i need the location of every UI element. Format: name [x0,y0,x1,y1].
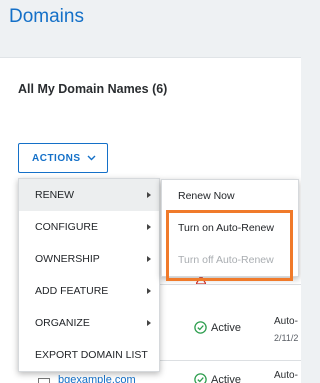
menu-item-label: RENEW [35,189,75,201]
actions-button[interactable]: ACTIONS [18,143,108,173]
actions-menu: RENEW CONFIGURE OWNERSHIP ADD FEATURE OR… [18,178,160,372]
submenu-item-turn-off-auto-renew: Turn off Auto-Renew [178,254,274,266]
menu-item-renew[interactable]: RENEW [19,179,159,211]
chevron-down-icon [87,155,95,161]
menu-item-ownership[interactable]: OWNERSHIP [19,243,159,275]
chevron-right-icon [147,224,151,230]
status-text: Active [211,321,241,334]
menu-item-organize[interactable]: ORGANIZE [19,307,159,339]
status-badge: Active [194,373,241,383]
check-circle-icon [194,373,207,383]
menu-item-label: ADD FEATURE [35,285,109,297]
auto-renew-text: Auto- [274,370,298,381]
chevron-right-icon [147,288,151,294]
menu-item-label: ORGANIZE [35,317,90,329]
row-checkbox[interactable] [38,378,50,383]
table-row-divider [160,360,301,361]
status-badge: Active [194,321,241,334]
chevron-right-icon [147,256,151,262]
renew-submenu: Renew Now Turn on Auto-Renew Turn off Au… [161,179,299,277]
expiry-date: 2/11/2 [274,333,299,343]
chevron-right-icon [147,192,151,198]
submenu-item-turn-on-auto-renew[interactable]: Turn on Auto-Renew [162,212,298,244]
menu-item-label: EXPORT DOMAIN LIST [35,349,148,361]
warning-icon [196,276,206,284]
table-row-divider [160,284,301,285]
auto-renew-text: Auto- [274,316,298,327]
submenu-item-renew-now[interactable]: Renew Now [162,180,298,212]
card-title: All My Domain Names (6) [18,82,168,96]
menu-item-add-feature[interactable]: ADD FEATURE [19,275,159,307]
domain-link[interactable]: bgexample.com [58,374,136,383]
actions-button-label: ACTIONS [32,152,81,164]
menu-item-export-domain-list[interactable]: EXPORT DOMAIN LIST [19,339,159,371]
menu-item-label: OWNERSHIP [35,253,100,265]
status-text: Active [211,373,241,383]
menu-item-label: CONFIGURE [35,221,98,233]
menu-item-configure[interactable]: CONFIGURE [19,211,159,243]
check-circle-icon [194,321,207,334]
page-title: Domains [9,6,84,27]
domains-page: Domains All My Domain Names (6) ACTIONS … [0,0,301,383]
chevron-right-icon [147,320,151,326]
